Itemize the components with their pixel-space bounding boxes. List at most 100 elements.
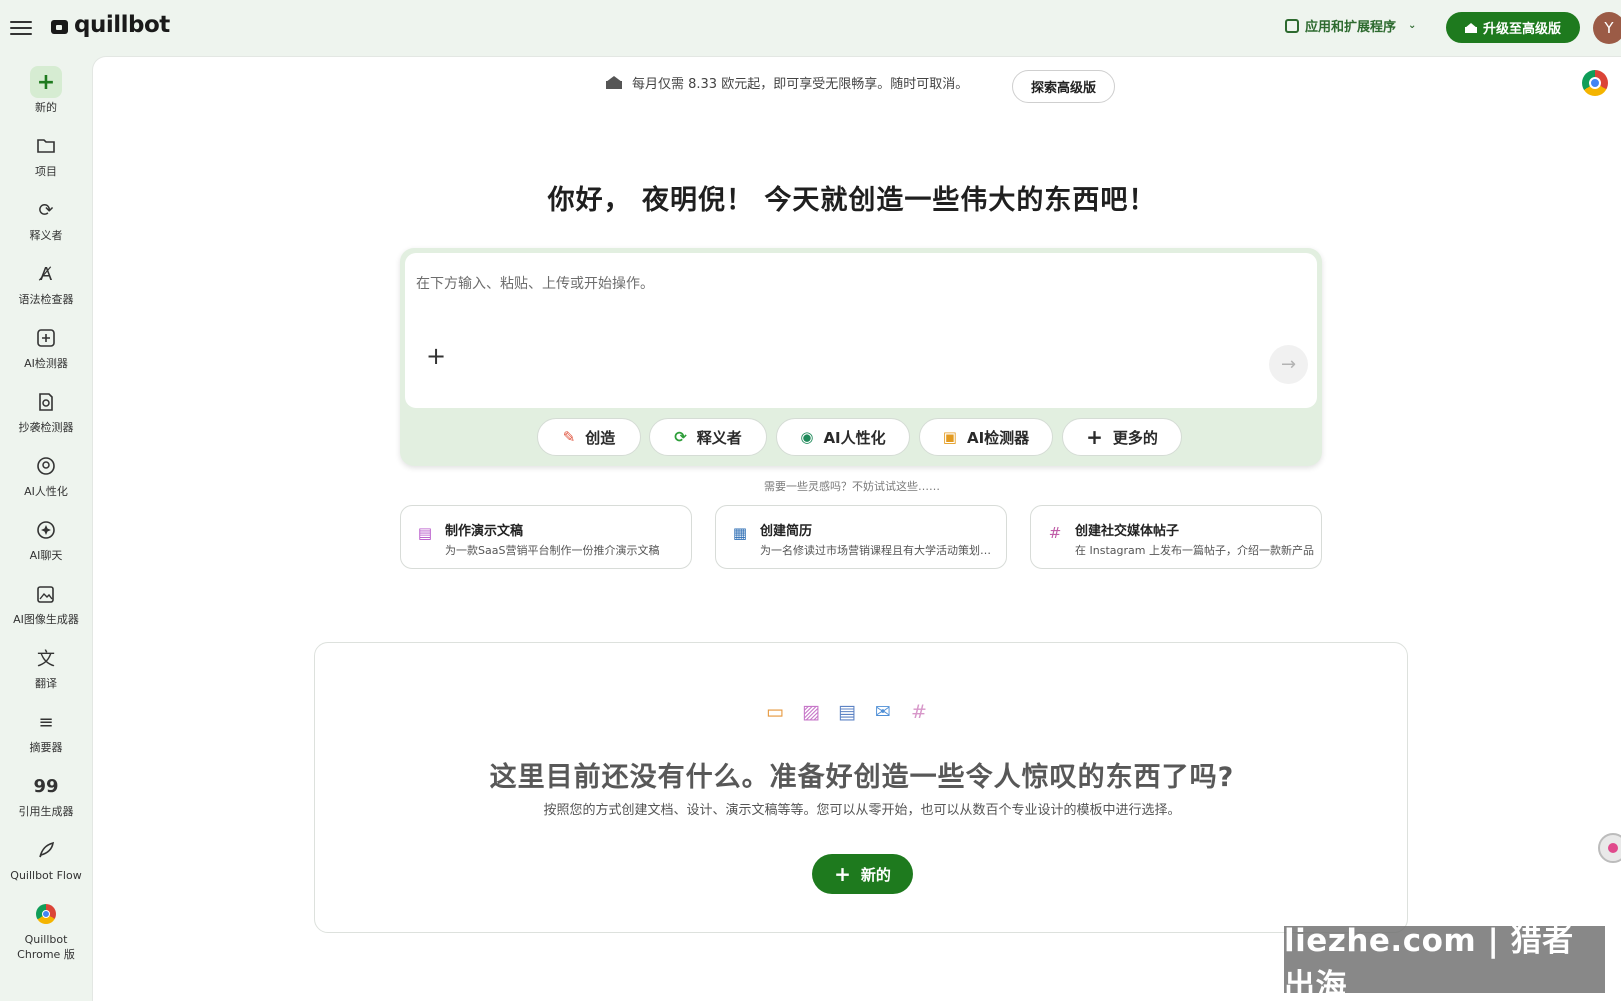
apps-extensions-button[interactable]: 应用和扩展程序 ⌄ — [1285, 16, 1416, 35]
avatar[interactable]: Y — [1593, 12, 1621, 44]
promo-banner: 每月仅需 8.33 欧元起，即可享受无限畅享。随时可取消。 — [606, 73, 968, 92]
apps-label: 应用和扩展程序 — [1305, 20, 1397, 35]
sidebar-item-label: Quillbot Chrome 版 — [17, 933, 75, 961]
chrome-icon — [30, 898, 62, 930]
chip-label: 创造 — [585, 428, 616, 447]
ai-detector-icon: ▣ — [942, 428, 957, 446]
sidebar-item-chrome[interactable]: Quillbot Chrome 版 — [0, 898, 92, 962]
sidebar-item-new[interactable]: + 新的 — [0, 66, 92, 115]
sidebar-item-label: 引用生成器 — [18, 805, 74, 818]
sidebar-item-plagiarism[interactable]: 抄袭检测器 — [0, 386, 92, 435]
flow-icon — [30, 834, 62, 866]
sidebar-item-grammar[interactable]: A̸ 语法检查器 — [0, 258, 92, 307]
suggestion-title: 创建简历 — [760, 524, 813, 539]
sidebar-item-image-generator[interactable]: AI图像生成器 — [0, 578, 92, 627]
send-button[interactable]: → — [1269, 345, 1308, 384]
presentation-icon: ▤ — [838, 701, 856, 723]
citation-icon: 99 — [33, 775, 59, 797]
upgrade-label: 升级至高级版 — [1482, 22, 1561, 37]
sidebar-item-label: AI图像生成器 — [13, 613, 79, 626]
promo-text: 每月仅需 8.33 欧元起，即可享受无限畅享。随时可取消。 — [632, 77, 969, 92]
chip-label: 更多的 — [1112, 428, 1158, 447]
suggestion-desc: 为一款SaaS营销平台制作一份推介演示文稿 — [445, 544, 660, 557]
ai-detector-icon — [30, 322, 62, 354]
sidebar-item-label: 释义者 — [29, 229, 63, 242]
chip-ai-detector[interactable]: ▣ AI检测器 — [919, 418, 1053, 456]
add-attachment-button[interactable]: + — [425, 344, 447, 368]
paraphrase-icon: ⟳ — [674, 428, 687, 446]
sidebar-item-label: 翻译 — [35, 677, 57, 690]
hashtag-icon: # — [911, 701, 927, 723]
chrome-extension-icon[interactable] — [1582, 70, 1608, 96]
suggestion-desc: 为一名修读过市场营销课程且有大学活动策划经验的学生创建简历 — [760, 544, 1000, 557]
plus-icon: + — [1086, 425, 1103, 449]
quillbot-logo-icon — [50, 16, 70, 34]
sidebar-item-label: 项目 — [35, 165, 57, 178]
sidebar-item-citation[interactable]: 99 引用生成器 — [0, 770, 92, 819]
resume-icon: ▦ — [732, 524, 748, 542]
chip-humanizer[interactable]: ◉ AI人性化 — [776, 418, 910, 456]
grammar-icon: A̸ — [39, 263, 53, 285]
menu-icon[interactable] — [10, 17, 32, 39]
crown-icon — [606, 76, 622, 89]
create-icon: ✎ — [562, 428, 576, 446]
chip-label: AI检测器 — [966, 428, 1030, 447]
suggestion-card[interactable]: ▦ 创建简历 为一名修读过市场营销课程且有大学活动策划经验的学生创建简历 — [715, 505, 1007, 569]
empty-state-card: ▭ ▨ ▤ ✉ # 这里目前还没有什么。准备好创造一些令人惊叹的东西了吗? 按照… — [314, 642, 1408, 933]
sidebar-item-label: AI检测器 — [24, 357, 68, 370]
hashtag-icon: # — [1048, 524, 1062, 542]
suggestion-title: 制作演示文稿 — [445, 524, 524, 539]
sidebar-item-label: 抄袭检测器 — [18, 421, 74, 434]
sidebar-item-label: 新的 — [35, 101, 57, 114]
empty-state-title: 这里目前还没有什么。准备好创造一些令人惊叹的东西了吗? — [489, 762, 1235, 793]
watermark: liezhe.com | 猎者出海 — [1284, 923, 1605, 1001]
logo-text: quillbot — [74, 12, 170, 38]
composer-input-area[interactable]: 在下方输入、粘贴、上传或开始操作。 + → — [405, 253, 1317, 408]
greeting-heading: 你好， 夜明倪！ 今天就创造一些伟大的东西吧！ — [547, 185, 1157, 216]
chip-paraphraser[interactable]: ⟳ 释义者 — [649, 418, 767, 456]
sidebar-item-projects[interactable]: 项目 — [0, 130, 92, 179]
new-document-button[interactable]: + 新的 — [812, 854, 913, 894]
chat-bubble-icon: ▭ — [766, 701, 784, 723]
presentation-icon: ▤ — [417, 524, 433, 542]
chevron-down-icon: ⌄ — [1408, 20, 1417, 31]
folder-icon — [30, 130, 62, 162]
sidebar: + 新的 项目 ⟳ 释义者 A̸ 语法检查器 AI检测器 抄袭检测器 AI人性化 — [0, 56, 92, 1001]
sidebar-item-label: 摘要器 — [29, 741, 63, 754]
crown-icon — [1464, 22, 1477, 33]
logo[interactable]: quillbot — [50, 12, 170, 38]
chip-more[interactable]: + 更多的 — [1062, 418, 1182, 456]
plus-icon: + — [834, 862, 851, 886]
image-icon: ▨ — [802, 701, 820, 723]
top-bar: quillbot 应用和扩展程序 ⌄ 升级至高级版 Y — [0, 0, 1621, 56]
floating-assistant-button[interactable] — [1598, 833, 1621, 863]
humanizer-icon — [30, 450, 62, 482]
summarizer-icon: ≡ — [38, 711, 54, 733]
suggestion-title: 创建社交媒体帖子 — [1075, 524, 1180, 539]
template-icons: ▭ ▨ ▤ ✉ # — [763, 701, 931, 723]
composer-input[interactable]: 在下方输入、粘贴、上传或开始操作。 — [416, 273, 654, 293]
plagiarism-icon — [30, 386, 62, 418]
sidebar-item-flow[interactable]: Quillbot Flow — [0, 834, 92, 883]
upgrade-button[interactable]: 升级至高级版 — [1446, 12, 1580, 43]
image-generator-icon — [30, 578, 62, 610]
suggestion-card[interactable]: ▤ 制作演示文稿 为一款SaaS营销平台制作一份推介演示文稿 — [400, 505, 692, 569]
sidebar-item-ai-chat[interactable]: AI聊天 — [0, 514, 92, 563]
explore-premium-button[interactable]: 探索高级版 — [1012, 70, 1115, 103]
sidebar-item-paraphraser[interactable]: ⟳ 释义者 — [0, 194, 92, 243]
chip-label: AI人性化 — [823, 428, 886, 447]
suggestion-card[interactable]: # 创建社交媒体帖子 在 Instagram 上发布一篇帖子，介绍一款新产品 — [1030, 505, 1322, 569]
chip-create[interactable]: ✎ 创造 — [537, 418, 641, 456]
sidebar-item-label: AI人性化 — [24, 485, 68, 498]
sidebar-item-translate[interactable]: 文 翻译 — [0, 642, 92, 691]
plus-icon: + — [30, 66, 62, 98]
sidebar-item-label: 语法检查器 — [18, 293, 74, 306]
paraphrase-icon: ⟳ — [38, 199, 54, 221]
suggestion-desc: 在 Instagram 上发布一篇帖子，介绍一款新产品 — [1075, 544, 1314, 557]
sidebar-item-ai-detector[interactable]: AI检测器 — [0, 322, 92, 371]
inspiration-hint: 需要一些灵感吗？不妨试试这些…… — [764, 480, 940, 493]
humanizer-icon: ◉ — [800, 428, 814, 446]
sidebar-item-humanizer[interactable]: AI人性化 — [0, 450, 92, 499]
sidebar-item-summarizer[interactable]: ≡ 摘要器 — [0, 706, 92, 755]
new-button-label: 新的 — [860, 865, 891, 884]
